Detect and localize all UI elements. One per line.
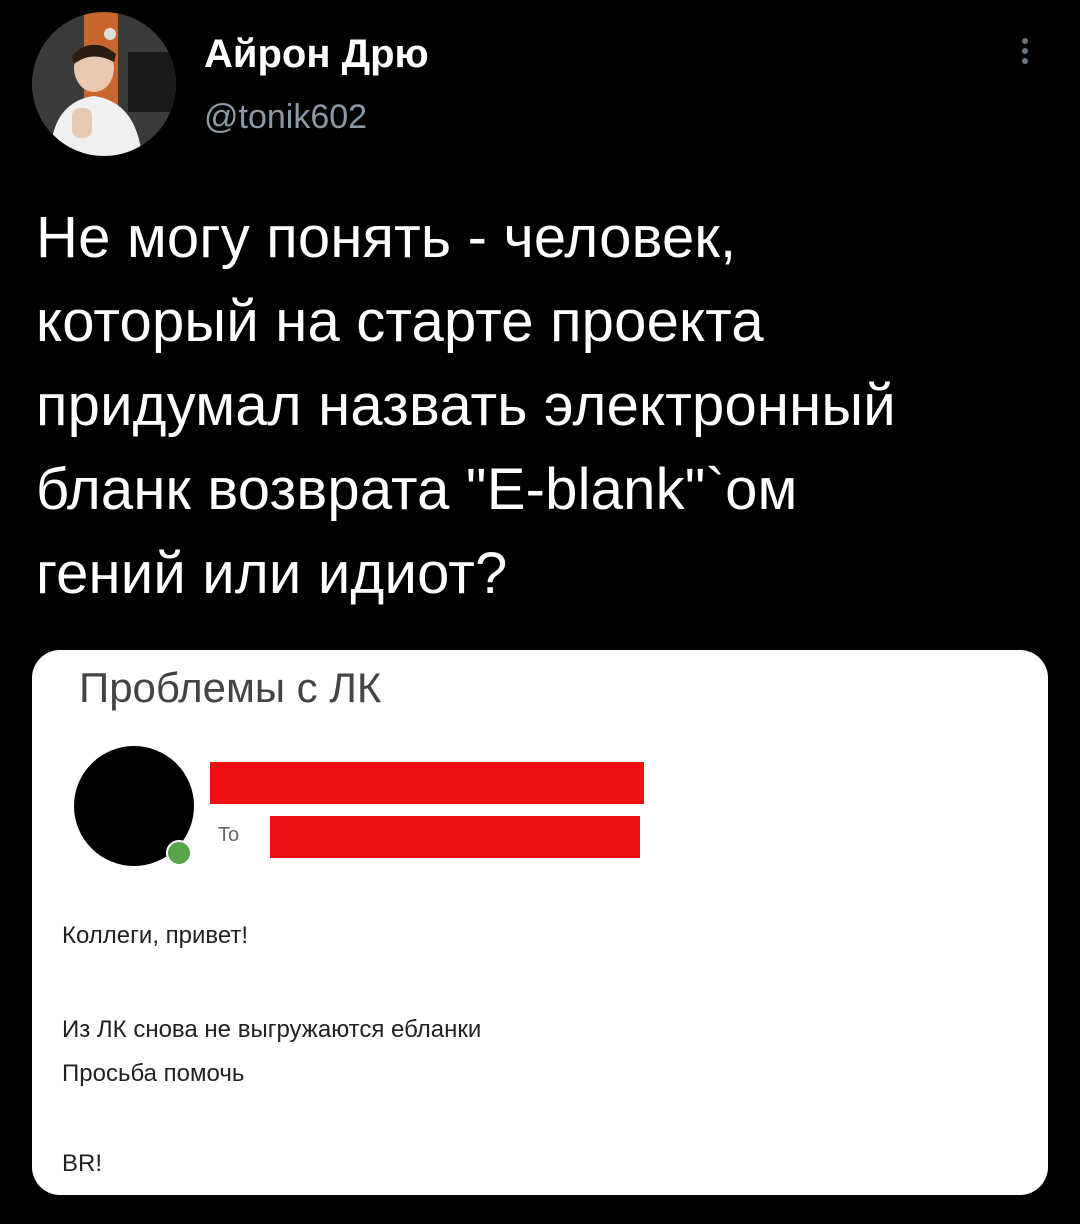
user-photo-icon <box>32 12 176 156</box>
attached-email-screenshot[interactable]: Проблемы с ЛК To Коллеги, привет! Из ЛК … <box>32 650 1048 1195</box>
tweet-text-line: который на старте проекта <box>36 289 764 354</box>
email-subject: Проблемы с ЛК <box>79 664 382 711</box>
redacted-recipient <box>270 816 640 858</box>
tweet-text-line: гений или идиот? <box>36 541 508 606</box>
email-body-line: Просьба помочь <box>62 1060 245 1087</box>
more-vertical-icon[interactable] <box>1010 34 1040 78</box>
email-signoff: BR! <box>62 1150 103 1177</box>
tweet-text-line: бланк возврата "E-blank"`ом <box>36 457 798 522</box>
tweet: Айрон Дрю @tonik602 Не могу понять - чел… <box>0 0 1080 1224</box>
tweet-text-line: Не могу понять - человек, <box>36 205 737 270</box>
author-display-name[interactable]: Айрон Дрю <box>204 32 429 77</box>
presence-icon <box>166 840 192 866</box>
author-avatar[interactable] <box>32 12 176 156</box>
tweet-text-line: придумал назвать электронный <box>36 373 896 438</box>
email-body-line: Из ЛК снова не выгружаются ебланки <box>62 1016 482 1043</box>
tweet-text: Не могу понять - человек, который на ста… <box>36 196 1046 616</box>
to-label: To <box>218 824 240 846</box>
email-greeting: Коллеги, привет! <box>62 922 249 949</box>
redacted-sender <box>210 762 644 804</box>
author-handle[interactable]: @tonik602 <box>204 98 367 137</box>
